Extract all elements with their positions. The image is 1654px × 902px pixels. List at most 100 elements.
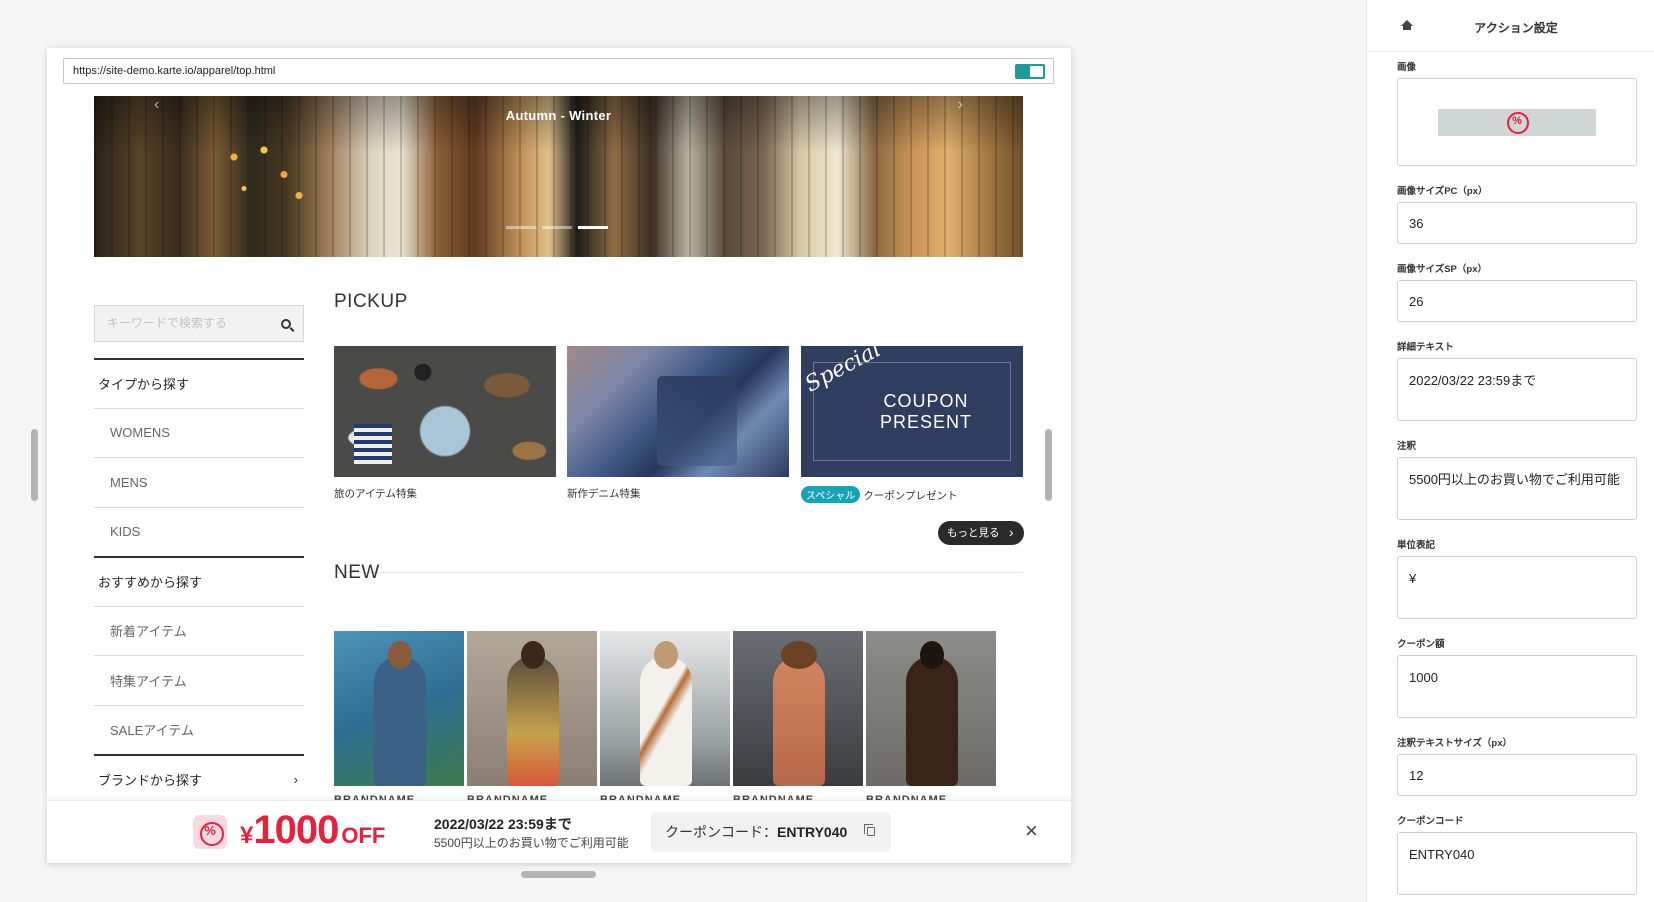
coupon-banner: ¥1000OFF 2022/03/22 23:59まで 5500円以上のお買い物… [47,800,1071,863]
coupon-note: 5500円以上のお買い物でご利用可能 [434,836,629,850]
field-label: 画像サイズSP（px） [1397,264,1487,275]
note-field: 注釈 5500円以上のお買い物でご利用可能 [1397,438,1637,525]
note-textarea[interactable]: 5500円以上のお買い物でご利用可能 [1397,457,1637,520]
pickup-card-denim[interactable]: 新作デニム特集 [567,346,789,501]
url-text: https://site-demo.karte.io/apparel/top.h… [73,65,276,77]
sidebar-item-label: 新着アイテム [110,624,187,640]
category-sidebar: タイプから探す WOMENS MENS KIDS おすすめから探す 新着アイテム… [94,358,304,804]
image-field: 画像 [1397,59,1637,166]
hero-dot-3[interactable] [578,226,608,229]
sidebar-item-label: KIDS [110,524,141,540]
coupon-deadline: 2022/03/22 23:59まで [434,816,572,832]
sidebar-item-recommended[interactable]: おすすめから探す [94,556,304,606]
hero-pagination [506,226,608,229]
pickup-card-travel[interactable]: 旅のアイテム特集 [334,346,556,501]
bottom-resize-handle[interactable] [521,871,596,878]
field-label: クーポン額 [1397,639,1445,650]
coupon-code-label: クーポンコード： [665,824,777,840]
new-heading: NEW [334,562,380,583]
new-item-image-3[interactable] [600,631,730,786]
sidebar-item-sale-items[interactable]: SALEアイテム [94,704,304,755]
hero-banner[interactable]: ‹ › Autumn - Winter [94,96,1023,257]
field-label: 画像サイズPC（px） [1397,186,1488,197]
copy-icon [864,824,875,836]
coupon-amount-value: 1000 [253,808,339,852]
sidebar-item-label: 特集アイテム [110,673,187,689]
coupon-amount-field: クーポン額 1000 [1397,636,1637,723]
action-settings-panel: アクション設定 画像 画像サイズPC（px） 画像サイズSP（px） 詳細テキス… [1366,0,1654,902]
field-label: 注釈テキストサイズ（px） [1397,738,1513,749]
coupon-image-line2: PRESENT [879,412,973,432]
coupon-image-preview [1438,109,1596,136]
pickup-card-coupon[interactable]: Special COUPON PRESENT スペシャル クーポンプレゼント [801,346,1023,503]
field-label: 単位表記 [1397,540,1436,551]
image-size-pc-field: 画像サイズPC（px） [1397,183,1637,244]
image-size-pc-input[interactable] [1397,202,1637,244]
sidebar-item-label: ブランドから探す [98,773,203,789]
image-size-sp-input[interactable] [1397,280,1637,322]
hero-dot-1[interactable] [506,226,536,229]
sidebar-item-featured-items[interactable]: 特集アイテム [94,655,304,705]
unit-field: 単位表記 ¥ [1397,537,1637,624]
site-preview-frame: https://site-demo.karte.io/apparel/top.h… [47,48,1071,863]
right-resize-handle[interactable] [1045,429,1052,501]
search-input[interactable] [107,316,267,330]
coupon-image-text: COUPON PRESENT [861,391,991,433]
coupon-code-field: クーポンコード ENTRY040 [1397,813,1637,900]
sidebar-item-womens[interactable]: WOMENS [94,407,304,458]
sidebar-item-kids[interactable]: KIDS [94,506,304,557]
coupon-currency: ¥ [240,822,254,849]
coupon-code-copy-button[interactable]: クーポンコード：ENTRY040 [651,812,891,852]
see-more-button[interactable]: もっと見る [938,520,1024,545]
detail-text-textarea[interactable]: 2022/03/22 23:59まで [1397,358,1637,421]
coupon-off-label: OFF [341,823,386,848]
pickup-caption: 新作デニム特集 [567,488,641,500]
sidebar-item-label: タイプから探す [98,377,190,393]
panel-header: アクション設定 [1367,0,1654,52]
hero-title: Autumn - Winter [505,108,612,123]
image-upload-box[interactable] [1397,78,1637,166]
device-toggle[interactable] [1015,64,1045,79]
sidebar-item-label: SALEアイテム [110,723,194,739]
field-label: 詳細テキスト [1397,342,1454,353]
coupon-image-line1: COUPON [883,391,969,411]
note-text-size-field: 注釈テキストサイズ（px） [1397,735,1637,796]
coupon-code-textarea[interactable]: ENTRY040 [1397,832,1637,895]
pickup-caption: 旅のアイテム特集 [334,488,417,500]
search-icon[interactable] [281,319,291,329]
field-label: 画像 [1397,62,1417,73]
chevron-right-icon: › [293,772,298,788]
coupon-amount-textarea[interactable]: 1000 [1397,655,1637,718]
sidebar-item-new-items[interactable]: 新着アイテム [94,605,304,656]
detail-text-field: 詳細テキスト 2022/03/22 23:59まで [1397,339,1637,426]
sidebar-item-mens[interactable]: MENS [94,457,304,507]
pickup-caption: クーポンプレゼント [863,490,958,502]
new-item-image-5[interactable] [866,631,996,786]
left-resize-handle[interactable] [31,429,38,501]
url-bar[interactable]: https://site-demo.karte.io/apparel/top.h… [63,58,1054,84]
hero-bokeh-lights [214,136,314,206]
special-badge: スペシャル [801,486,861,503]
sidebar-item-label: MENS [110,474,148,490]
sidebar-item-by-brand[interactable]: ブランドから探す › [94,754,304,804]
coupon-present-image: Special COUPON PRESENT [801,346,1023,477]
panel-title: アクション設定 [1474,21,1558,35]
new-item-image-4[interactable] [733,631,863,786]
close-button[interactable]: × [1025,820,1038,842]
unit-textarea[interactable]: ¥ [1397,556,1637,619]
hero-dot-2[interactable] [542,226,572,229]
image-size-sp-field: 画像サイズSP（px） [1397,261,1637,322]
field-label: クーポンコード [1397,816,1464,827]
new-item-image-1[interactable] [334,631,464,786]
field-label: 注釈 [1397,441,1417,452]
section-divider [334,572,1023,573]
coupon-percent-icon [193,815,227,849]
sidebar-item-by-type[interactable]: タイプから探す [94,358,304,408]
sidebar-item-label: おすすめから探す [98,575,203,591]
coupon-code-value: ENTRY040 [777,824,848,840]
denim-image [567,346,789,477]
note-text-size-input[interactable] [1397,754,1637,796]
sidebar-item-label: WOMENS [110,425,170,441]
pickup-caption-row: スペシャル クーポンプレゼント [801,486,1023,503]
new-item-image-2[interactable] [467,631,597,786]
